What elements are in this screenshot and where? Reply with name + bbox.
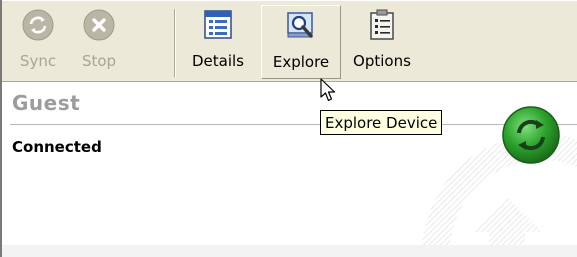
- explore-icon: [284, 9, 318, 43]
- options-button[interactable]: Options: [344, 5, 420, 79]
- panel-footer: [2, 245, 577, 257]
- toolbar: Sync Stop Details Explore Options: [2, 0, 577, 82]
- explore-button[interactable]: Explore: [261, 5, 341, 79]
- stop-button[interactable]: Stop: [70, 5, 128, 79]
- details-button-label: Details: [191, 52, 244, 70]
- stop-icon: [82, 8, 116, 42]
- device-name: Guest: [12, 91, 81, 115]
- sync-icon: [21, 8, 55, 42]
- sync-window: Sync Stop Details Explore Options Guest …: [0, 0, 577, 257]
- options-button-label: Options: [353, 52, 411, 70]
- explore-tooltip: Explore Device: [320, 110, 443, 135]
- options-icon: [365, 8, 399, 42]
- name-divider: [10, 124, 577, 125]
- details-icon: [201, 8, 235, 42]
- stop-button-label: Stop: [81, 52, 117, 70]
- explore-button-label: Explore: [272, 53, 330, 71]
- sync-status-icon[interactable]: [501, 105, 561, 165]
- connection-status: Connected: [12, 138, 102, 156]
- device-panel: Guest Connected: [2, 82, 577, 257]
- mouse-cursor-icon: [320, 78, 336, 102]
- details-button[interactable]: Details: [180, 5, 256, 79]
- sync-button-label: Sync: [19, 52, 57, 70]
- sync-button[interactable]: Sync: [10, 5, 66, 79]
- toolbar-separator: [174, 9, 176, 77]
